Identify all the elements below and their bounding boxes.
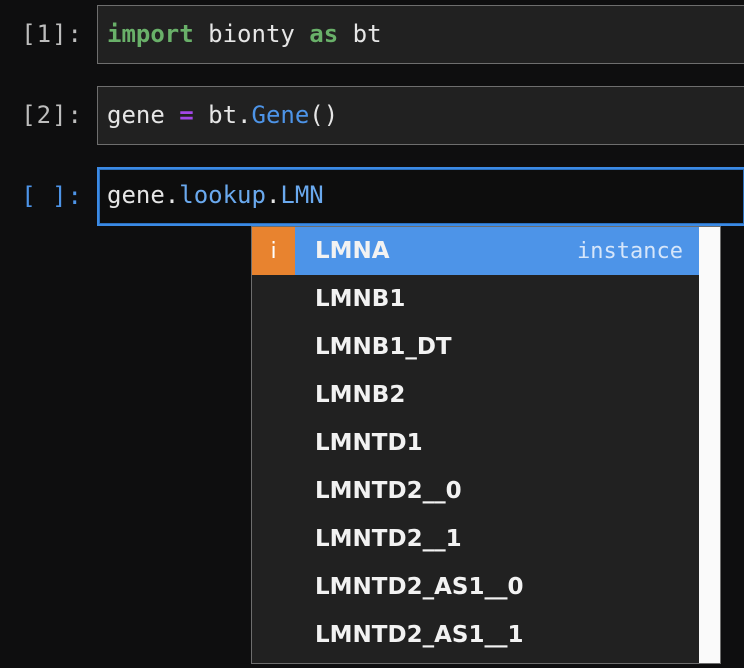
notebook-cell-1[interactable]: [1]: import bionty as bt: [0, 5, 744, 64]
list-item-label: LMNA: [315, 238, 390, 264]
code-token: bt: [338, 20, 382, 48]
cell-editor-3[interactable]: gene.lookup.LMN: [97, 167, 744, 226]
code-token: as: [309, 20, 339, 48]
type-icon-placeholder: [252, 371, 295, 419]
code-token: .: [164, 181, 180, 209]
cell-editor-2[interactable]: gene = bt.Gene(): [97, 86, 744, 145]
list-item[interactable]: LMNTD1: [252, 419, 699, 467]
notebook-cell-2[interactable]: [2]: gene = bt.Gene(): [0, 86, 744, 145]
code-token: gene: [107, 181, 165, 209]
type-icon-placeholder: [252, 611, 295, 659]
autocomplete-scrollbar[interactable]: [699, 227, 720, 663]
list-item-label: LMNTD1: [315, 430, 423, 456]
list-item[interactable]: i LMNA instance: [252, 227, 699, 275]
list-item-label: LMNTD2_AS1__0: [315, 574, 524, 600]
type-icon-placeholder: [252, 467, 295, 515]
list-item[interactable]: LMNTD2_AS1__1: [252, 611, 699, 659]
code-token: .: [265, 181, 281, 209]
code-token: LMN: [280, 181, 324, 209]
code-token: bt.: [193, 101, 252, 129]
list-item-label: LMNB2: [315, 382, 406, 408]
code-token: bionty: [193, 20, 310, 48]
code-token: Gene: [251, 101, 310, 129]
list-item-type: instance: [577, 238, 683, 264]
list-item[interactable]: LMNTD2__1: [252, 515, 699, 563]
type-icon-placeholder: [252, 563, 295, 611]
cell-code-2: gene = bt.Gene(): [98, 87, 744, 144]
autocomplete-list[interactable]: i LMNA instance LMNB1 LMNB1_DT LMNB2 LMN…: [252, 227, 699, 663]
cell-code-3: gene.lookup.LMN: [99, 169, 744, 222]
code-token: (): [309, 101, 339, 129]
type-icon-placeholder: [252, 275, 295, 323]
list-item[interactable]: LMNTD2__0: [252, 467, 699, 515]
notebook-cell-3[interactable]: [ ]: gene.lookup.LMN: [0, 167, 744, 226]
cell-code-1: import bionty as bt: [98, 6, 744, 63]
list-item-label: LMNTD2_AS1__1: [315, 622, 524, 648]
list-item[interactable]: LMNB1_DT: [252, 323, 699, 371]
cell-editor-1[interactable]: import bionty as bt: [97, 5, 744, 64]
list-item[interactable]: LMNB1: [252, 275, 699, 323]
type-icon-placeholder: [252, 419, 295, 467]
scrollbar-thumb[interactable]: [699, 227, 720, 661]
cell-prompt-1: [1]:: [21, 20, 83, 48]
code-token: import: [107, 20, 194, 48]
instance-type-icon: i: [252, 227, 295, 275]
autocomplete-dropdown[interactable]: i LMNA instance LMNB1 LMNB1_DT LMNB2 LMN…: [251, 226, 721, 664]
code-token: lookup: [179, 181, 266, 209]
cell-prompt-3: [ ]:: [21, 182, 83, 210]
type-icon-placeholder: [252, 323, 295, 371]
list-item[interactable]: LMNB2: [252, 371, 699, 419]
cell-prompt-2: [2]:: [21, 101, 83, 129]
code-token: =: [179, 101, 194, 129]
list-item-label: LMNB1: [315, 286, 406, 312]
list-item[interactable]: LMNTD2_AS1__0: [252, 563, 699, 611]
type-icon-placeholder: [252, 515, 295, 563]
code-token: gene: [107, 101, 180, 129]
list-item-label: LMNB1_DT: [315, 334, 452, 360]
list-item-label: LMNTD2__1: [315, 526, 462, 552]
list-item-label: LMNTD2__0: [315, 478, 462, 504]
